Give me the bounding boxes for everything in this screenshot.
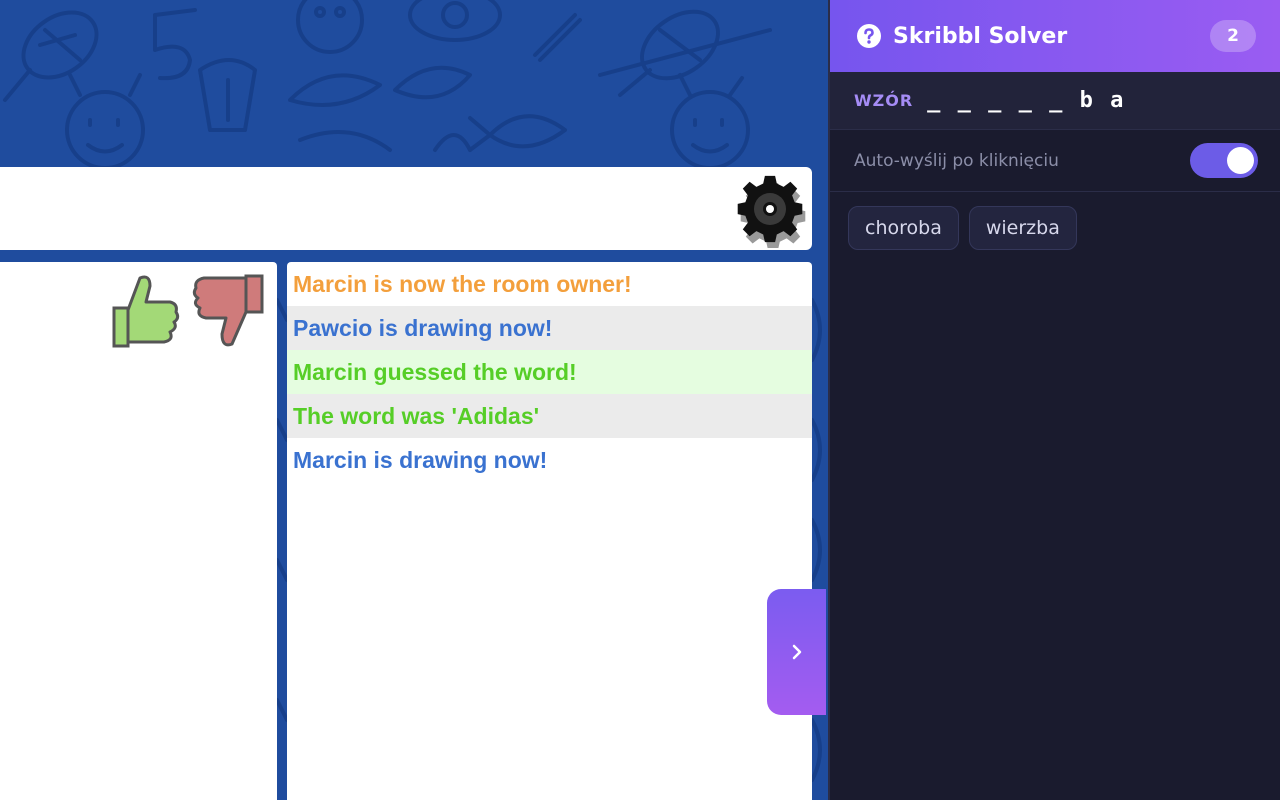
pattern-label: WZÓR xyxy=(854,91,914,110)
chat-message: Marcin is drawing now! xyxy=(293,447,548,473)
like-button[interactable] xyxy=(106,270,182,352)
word-chip[interactable]: wierzba xyxy=(968,206,1077,250)
pattern-value: _ _ _ _ _ b a xyxy=(927,88,1126,113)
solver-panel: Skribbl Solver 2 WZÓR _ _ _ _ _ b a Auto… xyxy=(828,0,1280,800)
solver-header: Skribbl Solver 2 xyxy=(830,0,1280,72)
auto-send-label: Auto-wyślij po kliknięciu xyxy=(854,150,1059,171)
solver-toggle-tab[interactable] xyxy=(767,589,826,715)
chat-panel: Marcin is now the room owner! Pawcio is … xyxy=(287,262,812,800)
dislike-button[interactable] xyxy=(190,270,268,352)
chat-message: Marcin is now the room owner! xyxy=(293,271,632,297)
word-chip[interactable]: choroba xyxy=(848,206,959,250)
chat-message: Marcin guessed the word! xyxy=(287,350,812,394)
thumbs-down-icon xyxy=(192,274,264,347)
chat-message: Pawcio is drawing now! xyxy=(287,306,812,350)
chevron-right-icon xyxy=(792,644,801,660)
auto-send-toggle[interactable] xyxy=(1190,143,1258,178)
pattern-row: WZÓR _ _ _ _ _ b a xyxy=(830,72,1280,130)
game-top-bar xyxy=(0,167,812,250)
chat-message: The word was 'Adidas' xyxy=(287,394,812,438)
thumbs-up-icon xyxy=(112,275,180,348)
word-suggestions: choroba wierzba xyxy=(830,192,1280,250)
gear-icon xyxy=(737,175,806,250)
settings-button[interactable] xyxy=(733,172,809,250)
question-circle-icon[interactable] xyxy=(856,23,882,49)
solver-title: Skribbl Solver xyxy=(893,23,1068,49)
toggle-knob xyxy=(1227,147,1254,174)
auto-send-row: Auto-wyślij po kliknięciu xyxy=(830,130,1280,192)
word-count-badge: 2 xyxy=(1210,20,1256,52)
